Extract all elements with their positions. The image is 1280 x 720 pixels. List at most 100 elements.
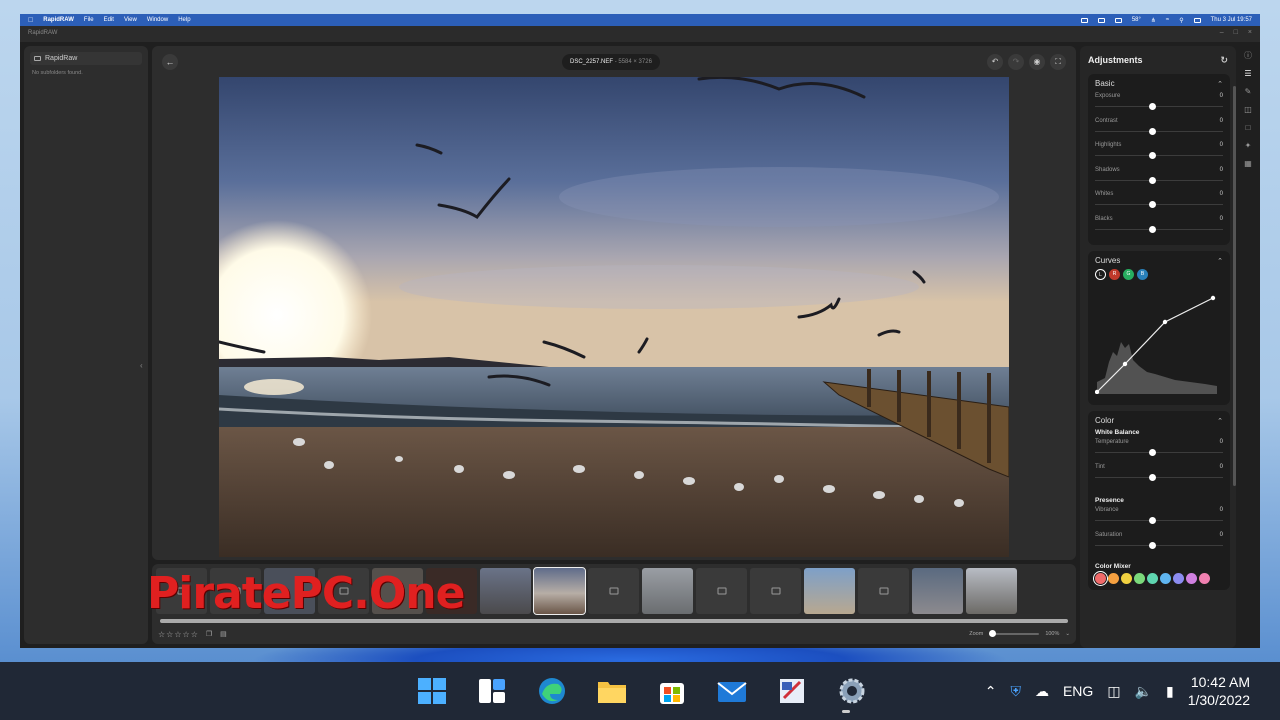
scrollbar-thumb[interactable] — [160, 619, 1068, 623]
color-swatch[interactable] — [1160, 573, 1171, 584]
filmstrip-scrollbar[interactable] — [160, 619, 1068, 623]
thumbnail[interactable] — [480, 568, 531, 614]
taskbar-clock[interactable]: 10:42 AM 1/30/2022 — [1188, 673, 1250, 709]
slider-track[interactable] — [1095, 130, 1223, 132]
color-swatch[interactable] — [1147, 573, 1158, 584]
curve-point[interactable] — [1162, 319, 1168, 325]
star-icon[interactable]: ☆ — [158, 630, 165, 639]
widgets-icon[interactable] — [476, 676, 508, 706]
color-header[interactable]: Color ⌃ — [1095, 416, 1223, 425]
channel-l-button[interactable]: L — [1095, 269, 1106, 280]
copy-icon[interactable]: ❐ — [206, 630, 212, 638]
slider-track[interactable] — [1095, 106, 1223, 107]
thumbnail[interactable] — [750, 568, 801, 614]
menu-file[interactable]: File — [84, 17, 94, 23]
thumbnail[interactable] — [642, 568, 693, 614]
slider-temperature[interactable]: Temperature 0 — [1095, 438, 1223, 463]
status-icon[interactable] — [1097, 17, 1105, 23]
back-button[interactable]: ← — [162, 54, 178, 70]
weather-temp[interactable]: 58° — [1132, 17, 1141, 23]
minimize-icon[interactable]: – — [1220, 29, 1224, 36]
curve-point[interactable] — [1122, 361, 1128, 367]
maximize-icon[interactable]: □ — [1234, 29, 1238, 36]
reset-icon[interactable]: ↻ — [1220, 55, 1228, 66]
chevron-up-icon[interactable]: ⌃ — [1217, 417, 1223, 425]
settings-gear-icon[interactable] — [836, 676, 868, 706]
language-indicator[interactable]: ENG — [1063, 683, 1093, 699]
undo-button[interactable]: ↶ — [987, 54, 1003, 70]
star-icon[interactable]: ☆ — [166, 630, 173, 639]
curve-editor[interactable] — [1094, 282, 1219, 395]
wifi-icon[interactable]: ≈ — [1166, 17, 1169, 23]
slider-contrast[interactable]: Contrast 0 — [1095, 117, 1223, 142]
star-icon[interactable]: ☆ — [183, 630, 190, 639]
channel-g-button[interactable]: G — [1123, 269, 1134, 280]
thumbnail[interactable] — [696, 568, 747, 614]
thumbnail-selected[interactable] — [533, 567, 586, 615]
slider-knob[interactable] — [1149, 541, 1156, 549]
channel-r-button[interactable]: R — [1109, 269, 1120, 280]
start-icon[interactable] — [416, 676, 448, 706]
apple-icon[interactable]:  — [28, 17, 33, 24]
mask-icon[interactable]: □ — [1242, 122, 1254, 134]
slider-track[interactable] — [1095, 520, 1223, 521]
color-swatch[interactable] — [1121, 573, 1132, 584]
paste-icon[interactable]: ▤ — [220, 630, 227, 638]
layers-icon[interactable]: ◫ — [1242, 104, 1254, 116]
onedrive-cloud-icon[interactable]: ☁ — [1035, 683, 1049, 700]
slider-knob[interactable] — [1149, 152, 1156, 159]
slider-knob[interactable] — [1149, 201, 1156, 208]
search-icon[interactable]: ⚲ — [1179, 17, 1183, 24]
export-icon[interactable]: ▦ — [1242, 158, 1254, 170]
color-swatch[interactable] — [1108, 573, 1119, 584]
slider-knob[interactable] — [1149, 449, 1156, 456]
collapse-panel-icon[interactable]: ‹ — [140, 361, 143, 370]
menu-app-name[interactable]: RapidRAW — [43, 17, 74, 23]
file-explorer-icon[interactable] — [596, 676, 628, 706]
slider-knob[interactable] — [1149, 176, 1156, 184]
slider-tint[interactable]: Tint 0 — [1095, 463, 1223, 488]
menu-help[interactable]: Help — [178, 17, 190, 23]
color-swatch[interactable] — [1186, 573, 1197, 584]
star-rating[interactable]: ☆ ☆ ☆ ☆ ☆ — [158, 630, 198, 639]
curve-point[interactable] — [1210, 295, 1216, 301]
slider-highlights[interactable]: Highlights 0 — [1095, 141, 1223, 166]
menu-edit[interactable]: Edit — [104, 17, 114, 23]
slider-track[interactable] — [1095, 452, 1223, 453]
volume-icon[interactable]: 🔈 — [1135, 683, 1152, 700]
status-icon[interactable] — [1080, 17, 1088, 23]
basic-header[interactable]: Basic ⌃ — [1095, 79, 1223, 88]
slider-blacks[interactable]: Blacks 0 — [1095, 215, 1223, 240]
slider-shadows[interactable]: Shadows 0 — [1095, 166, 1223, 191]
snipping-tool-icon[interactable] — [776, 676, 808, 706]
ai-sparkle-icon[interactable]: ✦ — [1242, 140, 1254, 152]
bluetooth-icon[interactable]: ⋔ — [1151, 17, 1156, 24]
channel-b-button[interactable]: B — [1137, 269, 1148, 280]
slider-saturation[interactable]: Saturation 0 — [1095, 531, 1223, 556]
network-icon[interactable]: ◫ — [1107, 683, 1120, 700]
slider-track[interactable] — [1095, 155, 1223, 156]
slider-vibrance[interactable]: Vibrance 0 — [1095, 506, 1223, 531]
menubar-clock[interactable]: Thu 3 Jul 19:57 — [1211, 17, 1252, 23]
chevron-up-icon[interactable]: ⌃ — [1217, 80, 1223, 88]
slider-knob[interactable] — [1149, 127, 1156, 135]
slider-track[interactable] — [1095, 179, 1223, 181]
color-swatch[interactable] — [1173, 573, 1184, 584]
mail-icon[interactable] — [716, 676, 748, 706]
slider-track[interactable] — [1095, 476, 1223, 478]
star-icon[interactable]: ☆ — [174, 630, 181, 639]
preview-eye-button[interactable]: ◉ — [1029, 54, 1045, 70]
control-center-icon[interactable] — [1193, 17, 1201, 23]
battery-icon[interactable]: ▮ — [1166, 683, 1174, 700]
slider-knob[interactable] — [1149, 103, 1156, 110]
crop-icon[interactable]: ✎ — [1242, 86, 1254, 98]
thumbnail[interactable] — [804, 568, 855, 614]
curves-header[interactable]: Curves ⌃ — [1095, 256, 1223, 265]
color-swatch[interactable] — [1093, 571, 1108, 586]
panel-scrollbar[interactable] — [1233, 86, 1236, 486]
menu-view[interactable]: View — [124, 17, 137, 23]
slider-track[interactable] — [1095, 228, 1223, 230]
slider-knob[interactable] — [1149, 473, 1156, 481]
star-icon[interactable]: ☆ — [191, 630, 198, 639]
edge-browser-icon[interactable] — [536, 676, 568, 706]
